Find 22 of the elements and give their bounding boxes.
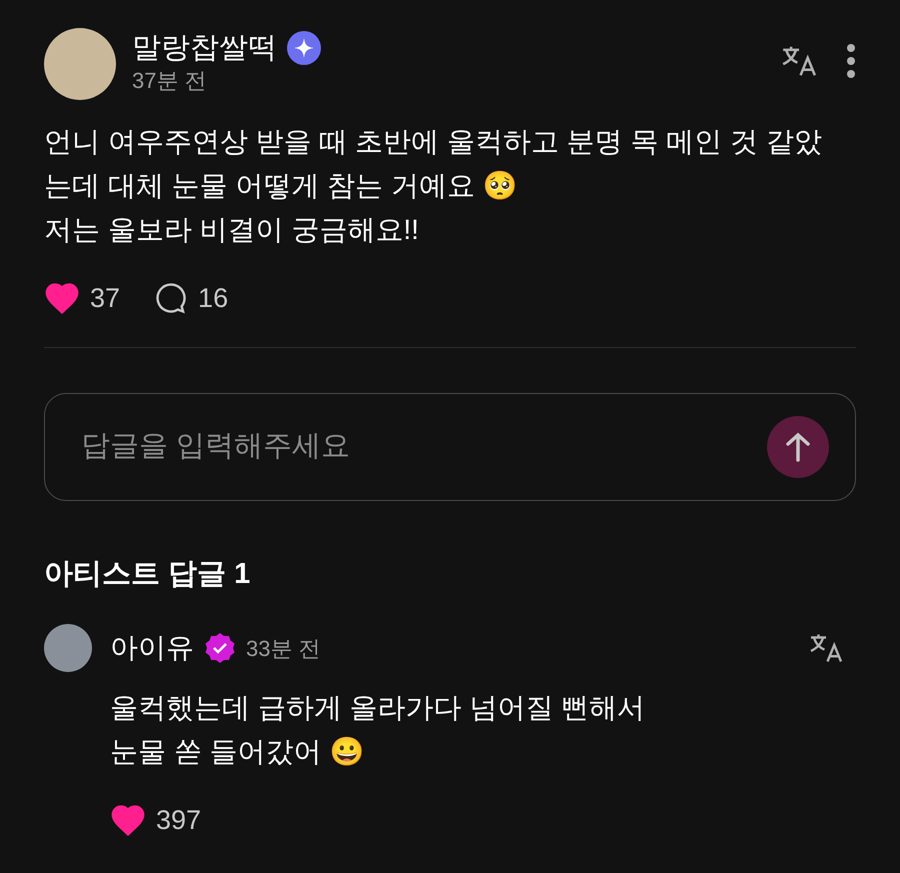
heart-icon[interactable]: [44, 282, 80, 314]
more-options-icon[interactable]: [846, 43, 856, 79]
comment-count: 16: [198, 282, 228, 315]
post-time: 37분 전: [132, 67, 208, 95]
heart-icon[interactable]: [110, 804, 146, 836]
reply-text: 눈물 쏟 들어갔어 😀: [110, 735, 366, 769]
reply-input-field[interactable]: 답글을 입력해주세요: [81, 424, 767, 468]
sparkle-badge-icon: [287, 31, 321, 65]
avatar-photo-placeholder[interactable]: [44, 624, 92, 672]
like-count: 37: [90, 282, 120, 315]
reply-time: 33분 전: [246, 634, 321, 662]
verified-badge-icon: [204, 632, 236, 664]
section-title: 아티스트 답글 1: [44, 556, 252, 592]
comment-icon[interactable]: [154, 281, 188, 316]
reply-composer-field[interactable]: 답글을 입력해주세요: [44, 392, 856, 500]
reply-text: 울컥했는데 급하게 올라가다 넘어질 뻔해서: [110, 691, 646, 725]
author-name[interactable]: 아이유: [110, 627, 194, 669]
post-text: 저는 울보라 비결이 궁금해요!!: [44, 213, 420, 247]
up-arrow-icon: [785, 432, 811, 462]
author-name[interactable]: 말랑찹쌀떡: [132, 30, 277, 66]
like-count: 397: [156, 804, 202, 837]
post-text: 언니 여우주연상 받을 때 초반에 울컥하고 분명 목 메인 것 같았는데 대체 눈물 어떻게 참는 거예요 🥺: [44, 125, 823, 203]
